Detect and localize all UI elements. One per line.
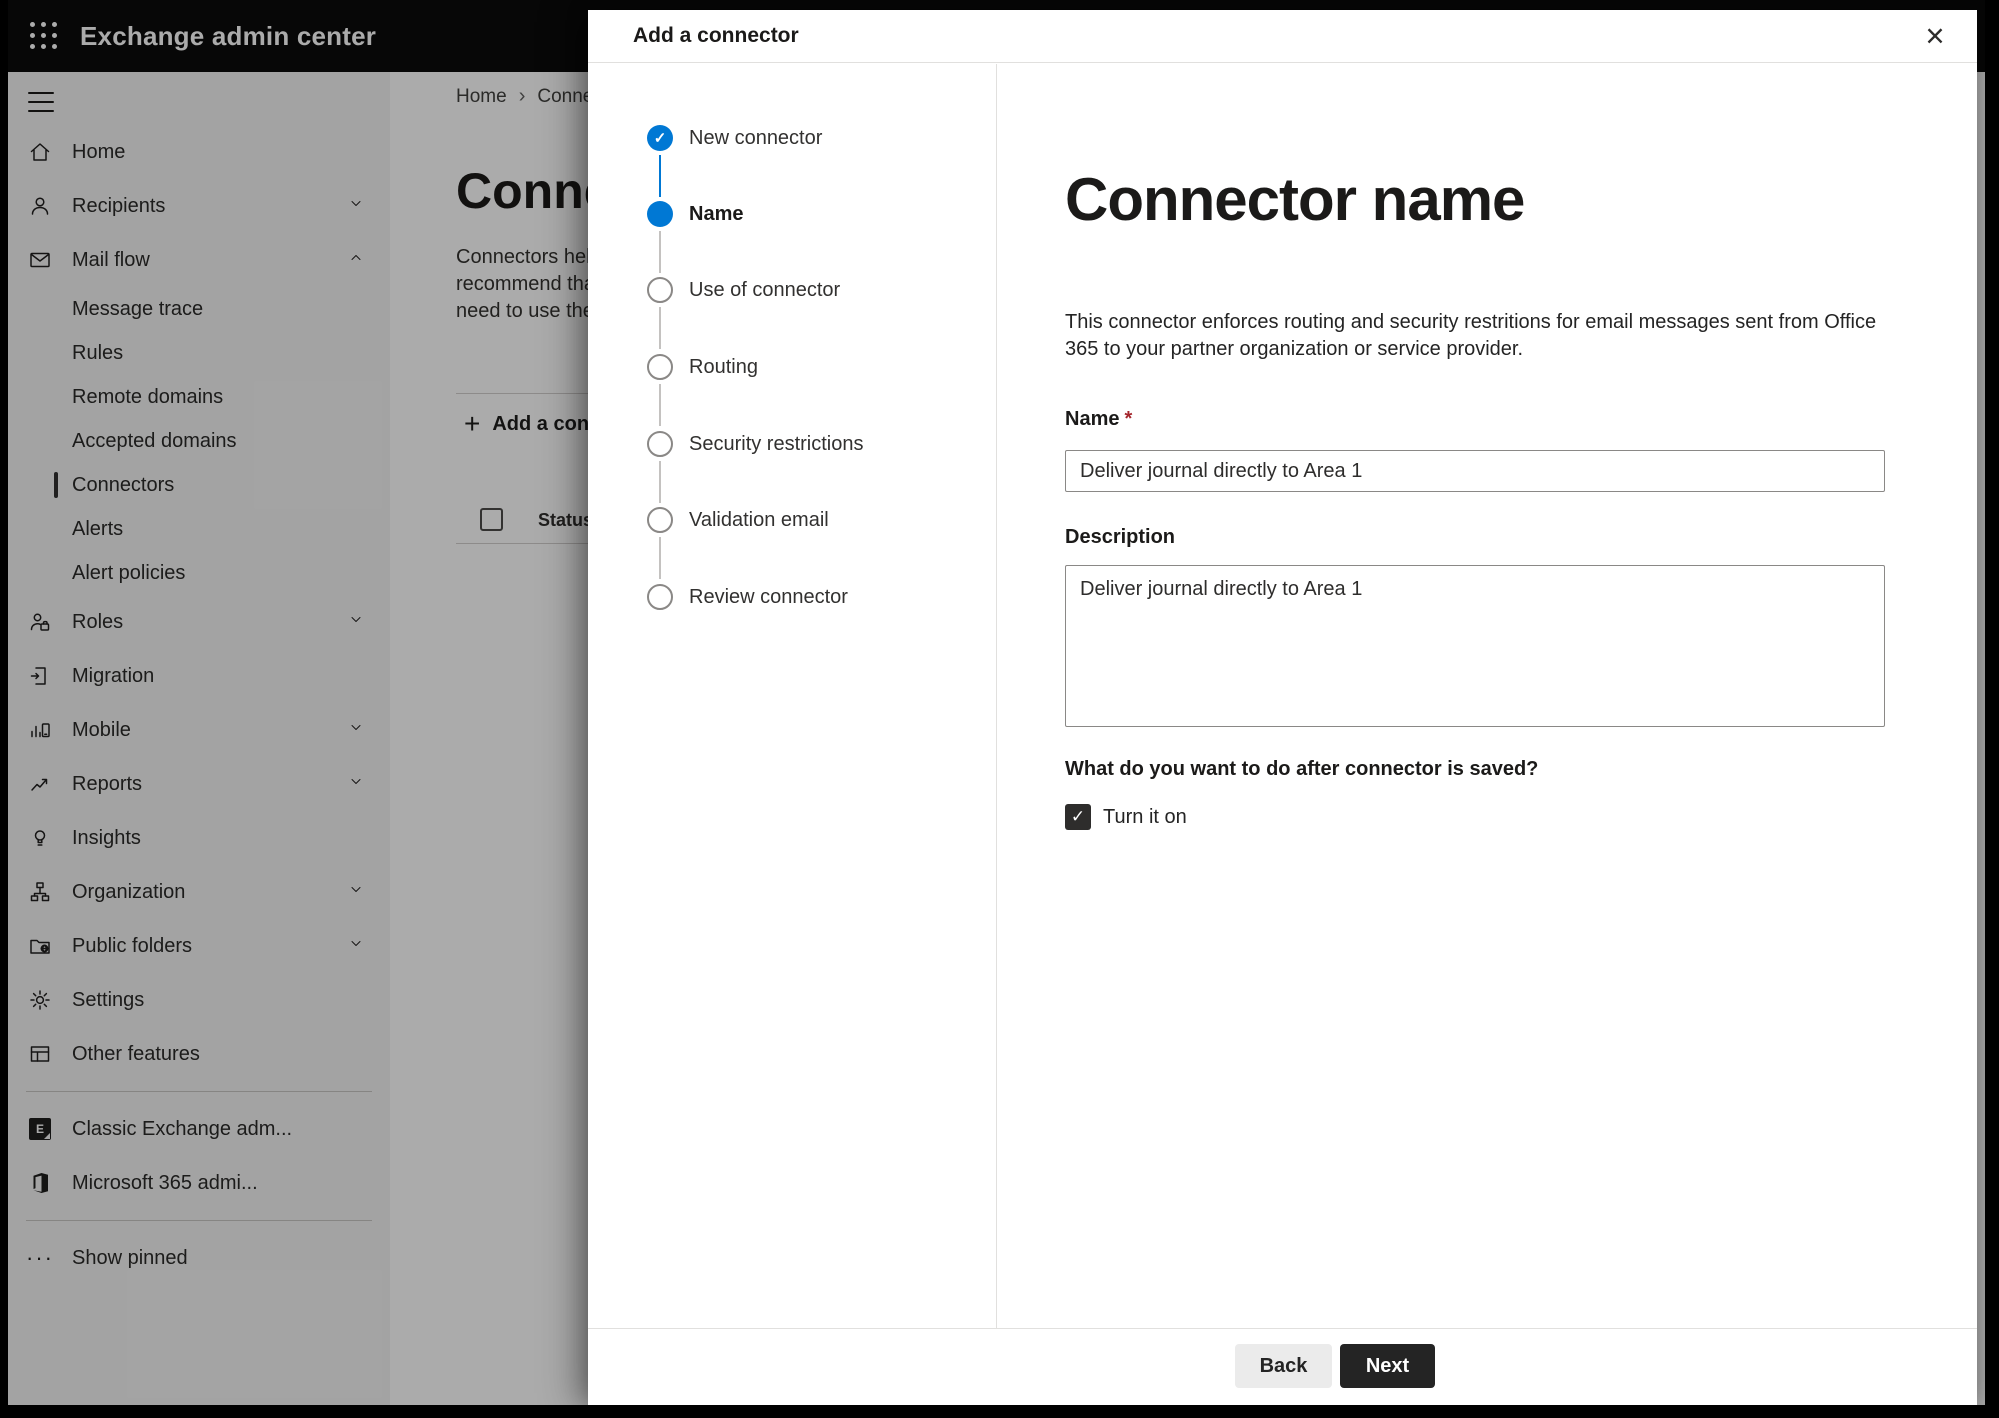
name-field-label: Name *	[1065, 408, 1133, 430]
checked-checkbox-icon[interactable]: ✓	[1065, 804, 1091, 830]
next-button[interactable]: Next	[1340, 1344, 1435, 1388]
connector-description-textarea[interactable]: Deliver journal directly to Area 1	[1065, 565, 1885, 727]
step-new-connector[interactable]: ✓ New connector	[647, 125, 822, 151]
modal-footer: Back Next	[588, 1328, 1977, 1405]
modal-title: Add a connector	[633, 24, 799, 47]
wizard-content: Connector name This connector enforces r…	[997, 64, 1977, 1328]
connector-name-input[interactable]	[1065, 450, 1885, 492]
add-connector-modal: Add a connector × ✓ New connector Name U…	[588, 10, 1977, 1405]
step-connector-line	[659, 384, 661, 426]
required-asterisk: *	[1124, 408, 1133, 430]
after-save-question: What do you want to do after connector i…	[1065, 758, 1539, 780]
step-upcoming-circle-icon	[647, 507, 673, 533]
close-icon[interactable]: ×	[1915, 16, 1955, 56]
step-connector-line	[659, 461, 661, 503]
step-connector-line	[659, 307, 661, 349]
step-upcoming-circle-icon	[647, 354, 673, 380]
step-routing[interactable]: Routing	[647, 354, 758, 380]
step-connector-line	[659, 537, 661, 579]
step-upcoming-circle-icon	[647, 584, 673, 610]
wizard-stepper: ✓ New connector Name Use of connector Ro…	[588, 64, 997, 1328]
modal-header: Add a connector ×	[588, 10, 1977, 63]
description-field-label: Description	[1065, 526, 1176, 548]
step-completed-check-icon: ✓	[647, 125, 673, 151]
wizard-heading: Connector name	[1065, 166, 1525, 233]
step-upcoming-circle-icon	[647, 277, 673, 303]
turn-it-on-checkbox-row[interactable]: ✓ Turn it on	[1065, 804, 1187, 830]
turn-it-on-label: Turn it on	[1103, 805, 1187, 828]
modal-body: ✓ New connector Name Use of connector Ro…	[588, 64, 1977, 1328]
step-review-connector[interactable]: Review connector	[647, 584, 848, 610]
step-validation-email[interactable]: Validation email	[647, 507, 829, 533]
step-name[interactable]: Name	[647, 201, 743, 227]
step-current-dot-icon	[647, 201, 673, 227]
back-button[interactable]: Back	[1235, 1344, 1332, 1388]
step-upcoming-circle-icon	[647, 431, 673, 457]
step-use-of-connector[interactable]: Use of connector	[647, 277, 840, 303]
step-security-restrictions[interactable]: Security restrictions	[647, 431, 864, 457]
step-connector-line	[659, 231, 661, 273]
wizard-description: This connector enforces routing and secu…	[1065, 311, 1877, 360]
step-connector-line	[659, 155, 661, 197]
